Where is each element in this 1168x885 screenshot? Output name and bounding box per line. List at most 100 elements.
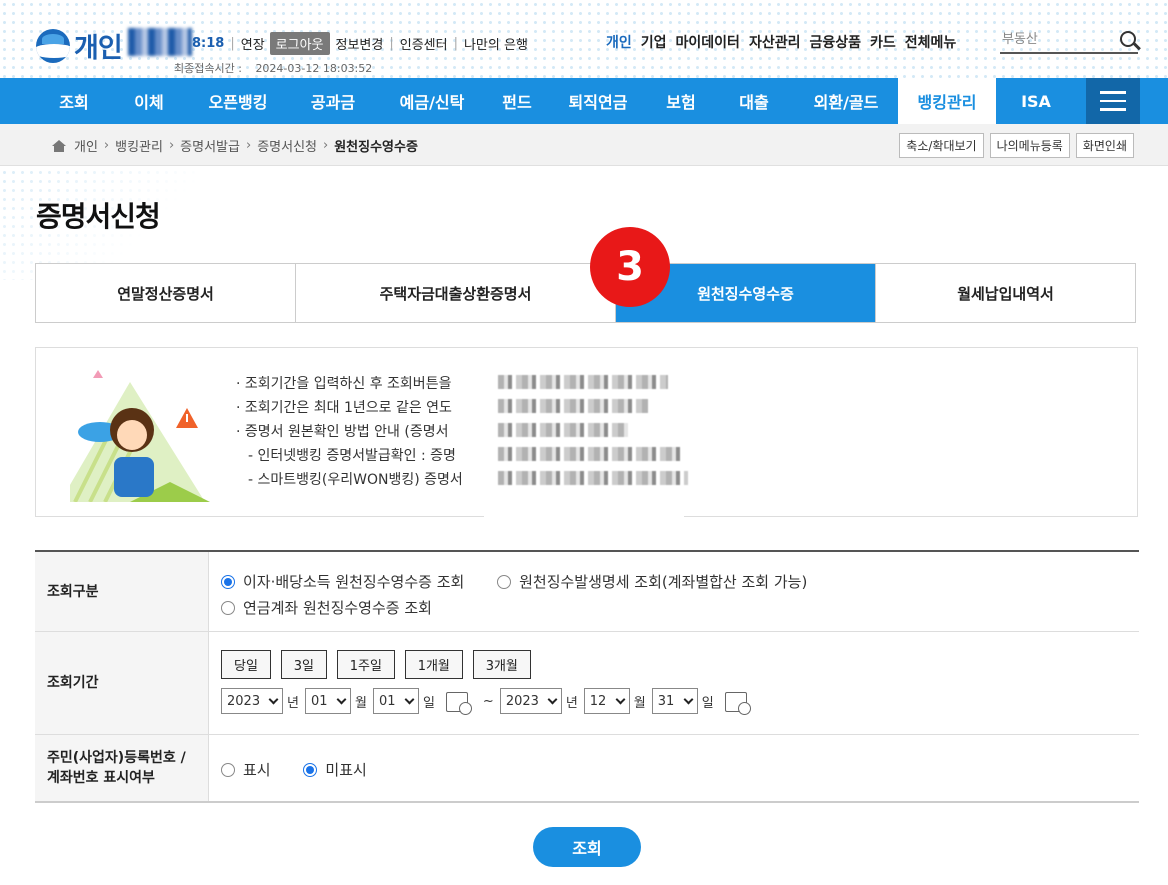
- unit-month: 월: [633, 695, 646, 711]
- notice-item: - 인터넷뱅킹 증명서발급확인 : 증명: [248, 448, 456, 464]
- gnb-card[interactable]: 카드: [870, 32, 896, 52]
- notice-item: - 스마트뱅킹(우리WON뱅킹) 증명서: [248, 472, 463, 488]
- nav-openbanking[interactable]: 오픈뱅킹: [188, 78, 288, 124]
- add-my-menu-button[interactable]: 나의메뉴등록: [989, 133, 1070, 158]
- period-1week-button[interactable]: 1주일: [336, 650, 395, 679]
- chevron-down-icon: [683, 694, 694, 704]
- radio-label: 미표시: [325, 761, 367, 779]
- radio-unchecked-icon: [221, 762, 235, 777]
- nav-inquiry[interactable]: 조회: [38, 78, 110, 124]
- gnb-mydata[interactable]: 마이데이터: [676, 32, 740, 52]
- radio-label: 원천징수발생명세 조회(계좌별합산 조회 가능): [519, 573, 808, 591]
- calendar-icon[interactable]: [724, 688, 752, 715]
- tab-housing-loan[interactable]: 주택자금대출상환증명서: [296, 264, 616, 322]
- extend-session-link[interactable]: 연장: [241, 34, 265, 53]
- consultant-illustration: [70, 370, 210, 502]
- search-icon[interactable]: [1120, 31, 1136, 47]
- period-label: 조회기간: [35, 632, 209, 734]
- id-display-label-line1: 주민(사업자)등록번호 /: [47, 750, 186, 766]
- unit-year: 년: [287, 695, 299, 711]
- period-3months-button[interactable]: 3개월: [472, 650, 531, 679]
- period-3days-button[interactable]: 3일: [280, 650, 327, 679]
- nav-deposit-trust[interactable]: 예금/신탁: [378, 78, 486, 124]
- search-input[interactable]: [1000, 30, 1110, 49]
- my-bank-link[interactable]: 나만의 은행: [464, 34, 528, 53]
- page-title: 증명서신청: [36, 200, 161, 233]
- nav-banking-management[interactable]: 뱅킹관리: [898, 78, 996, 124]
- breadcrumb-item[interactable]: 개인: [74, 136, 98, 155]
- quick-period-buttons: 당일 3일 1주일 1개월 3개월: [221, 650, 1127, 679]
- radio-unchecked-icon: [497, 575, 512, 589]
- last-login-value: 2024-03-12 18:03:52: [255, 62, 373, 75]
- chevron-right-icon: ›: [168, 138, 175, 153]
- id-display-options: 표시 미표시: [209, 735, 1139, 801]
- radio-pension-account[interactable]: 연금계좌 원천징수영수증 조회: [221, 596, 432, 620]
- radio-unchecked-icon: [221, 601, 235, 615]
- hamburger-menu-icon[interactable]: [1086, 78, 1140, 124]
- nav-fund[interactable]: 펀드: [486, 78, 548, 124]
- nav-isa[interactable]: ISA: [996, 78, 1076, 124]
- select-value: 2023: [227, 693, 261, 709]
- calendar-icon[interactable]: [445, 688, 473, 715]
- radio-checked-icon: [221, 575, 235, 589]
- radio-show[interactable]: 표시: [221, 759, 271, 780]
- zoom-button[interactable]: 축소/확대보기: [899, 133, 984, 158]
- nav-pension[interactable]: 퇴직연금: [548, 78, 648, 124]
- logout-button[interactable]: 로그아웃: [269, 32, 330, 55]
- gnb-personal[interactable]: 개인: [606, 32, 632, 52]
- nav-fx-gold[interactable]: 외환/골드: [794, 78, 898, 124]
- nav-loan[interactable]: 대출: [714, 78, 794, 124]
- home-icon: [52, 139, 66, 152]
- radio-withholding-detail[interactable]: 원천징수발생명세 조회(계좌별합산 조회 가능): [497, 570, 807, 594]
- start-month-select[interactable]: 01: [304, 688, 351, 714]
- notice-item: · 증명서 원본확인 방법 안내 (증명서: [236, 424, 449, 440]
- nav-insurance[interactable]: 보험: [648, 78, 714, 124]
- tab-monthly-rent[interactable]: 월세납입내역서: [876, 264, 1135, 322]
- gnb-corporate[interactable]: 기업: [641, 32, 667, 52]
- breadcrumb-bar: 개인 › 뱅킹관리 › 증명서발급 › 증명서신청 › 원천징수영수증 축소/확…: [0, 124, 1168, 166]
- unit-day: 일: [422, 695, 435, 711]
- select-value: 01: [310, 693, 328, 709]
- gnb-products[interactable]: 금융상품: [809, 32, 861, 52]
- end-month-select[interactable]: 12: [583, 688, 630, 714]
- global-nav: 개인 기업 마이데이터 자산관리 금융상품 카드 전체메뉴: [606, 32, 956, 52]
- gnb-all-menu[interactable]: 전체메뉴: [905, 32, 957, 52]
- period-today-button[interactable]: 당일: [221, 650, 271, 679]
- search-box: [1000, 28, 1138, 54]
- type-options: 이자·배당소득 원천징수영수증 조회 원천징수발생명세 조회(계좌별합산 조회 …: [209, 552, 1139, 631]
- session-area: 8:18 | 연장 로그아웃 정보변경 | 인증센터 | 나만의 은행: [192, 32, 528, 55]
- notice-box: · 조회기간을 입력하신 후 조회버튼을 · 조회기간은 최대 1년으로 같은 …: [35, 347, 1138, 518]
- tab-year-end-tax[interactable]: 연말정산증명서: [36, 264, 296, 322]
- start-year-select[interactable]: 2023: [221, 688, 283, 714]
- info-change-link[interactable]: 정보변경: [336, 34, 384, 53]
- radio-hide[interactable]: 미표시: [303, 759, 367, 780]
- search-submit-button[interactable]: 조회: [533, 827, 641, 867]
- breadcrumb-current: 원천징수영수증: [334, 140, 418, 155]
- breadcrumb-item[interactable]: 뱅킹관리: [115, 136, 163, 155]
- radio-checked-icon: [303, 762, 318, 777]
- breadcrumb-item[interactable]: 증명서신청: [257, 136, 317, 155]
- radio-label: 연금계좌 원천징수영수증 조회: [243, 599, 432, 617]
- end-day-select[interactable]: 31: [651, 688, 698, 714]
- start-day-select[interactable]: 01: [372, 688, 419, 714]
- utility-buttons: 축소/확대보기 나의메뉴등록 화면인쇄: [899, 133, 1134, 158]
- nav-transfer[interactable]: 이체: [110, 78, 188, 124]
- range-tilde: ~: [482, 693, 494, 709]
- notice-item: · 조회기간을 입력하신 후 조회버튼을: [236, 376, 452, 392]
- gnb-asset[interactable]: 자산관리: [749, 32, 801, 52]
- end-year-select[interactable]: 2023: [499, 688, 562, 714]
- masked-username: [128, 28, 192, 56]
- radio-interest-dividend[interactable]: 이자·배당소득 원천징수영수증 조회: [221, 570, 464, 594]
- date-range: 2023 년 01 월 01 일 ~ 2023 년 12 월 31 일: [221, 688, 1127, 715]
- step-badge: 3: [590, 227, 670, 307]
- select-value: 12: [589, 693, 607, 709]
- unit-day: 일: [701, 695, 714, 711]
- radio-label: 이자·배당소득 원천징수영수증 조회: [243, 573, 465, 591]
- cert-center-link[interactable]: 인증센터: [400, 34, 448, 53]
- print-button[interactable]: 화면인쇄: [1075, 133, 1134, 158]
- bank-logo[interactable]: 개인: [36, 26, 123, 65]
- pixelated-redaction: [484, 348, 688, 518]
- breadcrumb-item[interactable]: 증명서발급: [180, 136, 240, 155]
- period-1month-button[interactable]: 1개월: [404, 650, 463, 679]
- nav-utility-bills[interactable]: 공과금: [288, 78, 378, 124]
